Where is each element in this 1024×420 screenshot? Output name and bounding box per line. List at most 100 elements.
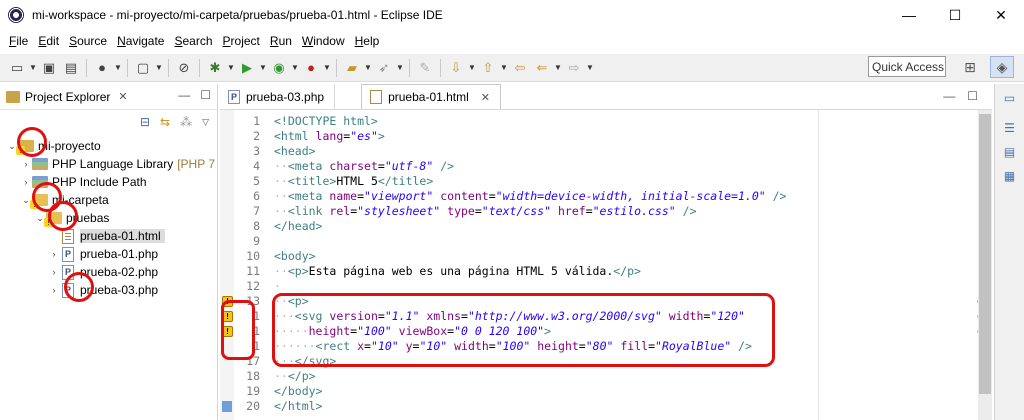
run-dropdown-icon[interactable]: ▼ [258,57,268,79]
menu-source[interactable]: Source [64,34,112,48]
php-perspective-icon[interactable]: ◈ [990,56,1014,78]
open-perspective-icon[interactable]: ⊞ [958,56,982,78]
line-number: 7 [253,204,260,218]
save-icon[interactable]: ▣ [38,57,60,79]
run-icon[interactable]: ▶ [236,57,258,79]
open-folder-dropdown-icon[interactable]: ▼ [363,57,373,79]
tree-item-prueba-02-php[interactable]: › P prueba-02.php [48,263,158,281]
close-tab-icon[interactable]: ✕ [118,90,127,103]
debug-dropdown-icon[interactable]: ▼ [226,57,236,79]
external-tools-icon[interactable]: ● [300,57,322,79]
code-line[interactable]: 19 </body> [234,384,964,399]
vertical-scrollbar[interactable] [978,110,992,420]
coverage-dropdown-icon[interactable]: ▼ [290,57,300,79]
prev-annotation-dropdown-icon[interactable]: ▼ [499,57,509,79]
tab-prueba-01-html[interactable]: prueba-01.html ✕ [361,84,502,109]
terminal-icon[interactable]: ▢ [132,57,154,79]
rocket-icon[interactable]: ➶ [373,57,395,79]
new-icon[interactable]: ▭ [6,57,28,79]
restore-icon[interactable]: ▭ [999,88,1021,108]
tree-item-php-language-library[interactable]: › PHP Language Library [PHP 7 [20,155,216,173]
tab-project-explorer[interactable]: Project Explorer ✕ [0,84,128,110]
minimize-view-icon[interactable]: — [178,88,190,102]
editor-area: P prueba-03.php prueba-01.html ✕ — ☐ 1 <!… [220,84,992,420]
view-menu-icon[interactable]: ▽ [202,117,209,128]
code-line[interactable]: 9 [234,234,964,249]
back-dropdown-icon[interactable]: ▼ [553,57,563,79]
tab-prueba-03-php[interactable]: P prueba-03.php [220,84,336,109]
forward-dropdown-icon[interactable]: ▼ [585,57,595,79]
outline-icon[interactable]: ☰ [999,118,1021,138]
close-tab-icon[interactable]: ✕ [481,91,490,104]
code-line[interactable]: 8 </head> [234,219,964,234]
last-edit-icon[interactable]: ⇦ [509,57,531,79]
collapse-all-icon[interactable]: ⊟ [140,115,150,129]
minimize-editor-icon[interactable]: — [943,89,955,103]
code-line[interactable]: 4 ··<meta charset="utf-8" /> [234,159,964,174]
toolbar-separator [440,58,441,77]
pen-icon[interactable]: ✎ [414,57,436,79]
bookmarks-icon[interactable]: ▦ [999,166,1021,186]
tab-label: prueba-01.html [388,90,469,104]
explorer-view-controls: — ☐ [178,88,211,102]
filters-icon[interactable]: ⁂ [180,115,192,129]
code-token: <html [274,129,316,143]
next-annotation-icon[interactable]: ⇩ [445,57,467,79]
external-tools-dropdown-icon[interactable]: ▼ [322,57,332,79]
menu-file[interactable]: File [4,34,33,48]
rocket-dropdown-icon[interactable]: ▼ [395,57,405,79]
menu-navigate[interactable]: Navigate [112,34,169,48]
maximize-editor-icon[interactable]: ☐ [967,89,978,103]
run-coverage-icon[interactable]: ◉ [268,57,290,79]
maximize-view-icon[interactable]: ☐ [200,88,211,102]
collapsed-icon[interactable]: › [48,267,60,277]
tasks-icon[interactable]: ▤ [999,142,1021,162]
link-editor-icon[interactable]: ⇆ [160,115,170,129]
code-line[interactable]: 12 · [234,279,964,294]
menu-window[interactable]: Window [297,34,350,48]
code-line[interactable]: 1 <!DOCTYPE html> [234,114,964,129]
menu-run[interactable]: Run [265,34,297,48]
collapsed-icon[interactable]: › [48,285,60,295]
code-line[interactable]: 2 <html lang="es"> [234,129,964,144]
line-number: 12 [246,279,260,293]
tree-item-prueba-01-php[interactable]: › P prueba-01.php [48,245,158,263]
user-icon[interactable]: ● [91,57,113,79]
back-icon[interactable]: ⇐ [531,57,553,79]
next-annotation-dropdown-icon[interactable]: ▼ [467,57,477,79]
code-editor[interactable]: 1 <!DOCTYPE html> 2 <html lang = "es"> 3 <head>… [220,110,992,420]
code-line[interactable]: 6 ··<meta name="viewport" content="width=… [234,189,964,204]
forward-icon[interactable]: ⇨ [563,57,585,79]
open-folder-icon[interactable]: ▰ [341,57,363,79]
code-line[interactable]: 3 <head> [234,144,964,159]
code-line[interactable]: 18 ··</p> [234,369,964,384]
quick-access-input[interactable] [868,56,946,77]
code-token: "estilo.css" [592,204,676,218]
debug-icon[interactable]: ✱ [204,57,226,79]
code-line[interactable]: 11 ··<p>Esta página web es una página HTM… [234,264,964,279]
menu-project[interactable]: Project [218,34,265,48]
code-line[interactable]: 10 <body> [234,249,964,264]
code-token: ·· [274,264,288,278]
close-window-button[interactable]: ✕ [978,0,1024,30]
prev-annotation-icon[interactable]: ⇧ [477,57,499,79]
maximize-button[interactable]: ☐ [932,0,978,30]
collapsed-icon[interactable]: › [20,159,32,169]
save-all-icon[interactable]: ▤ [60,57,82,79]
menu-edit[interactable]: Edit [33,34,64,48]
terminal-dropdown-icon[interactable]: ▼ [154,57,164,79]
menu-search[interactable]: Search [169,34,217,48]
minimize-button[interactable]: — [886,0,932,30]
user-dropdown-icon[interactable]: ▼ [113,57,123,79]
code-line[interactable]: 20 </html> [234,399,964,414]
collapsed-icon[interactable]: › [20,177,32,187]
scrollbar-thumb[interactable] [979,114,991,394]
code-token: <head> [274,144,316,158]
menu-help[interactable]: Help [350,34,385,48]
code-line[interactable]: 5 ··<title>HTML 5</title> [234,174,964,189]
skip-breakpoints-icon[interactable]: ⊘ [173,57,195,79]
line-number: 18 [246,369,260,383]
new-dropdown-icon[interactable]: ▼ [28,57,38,79]
code-line[interactable]: 7 ··<link rel="stylesheet" type="text/css… [234,204,964,219]
collapsed-icon[interactable]: › [48,249,60,259]
